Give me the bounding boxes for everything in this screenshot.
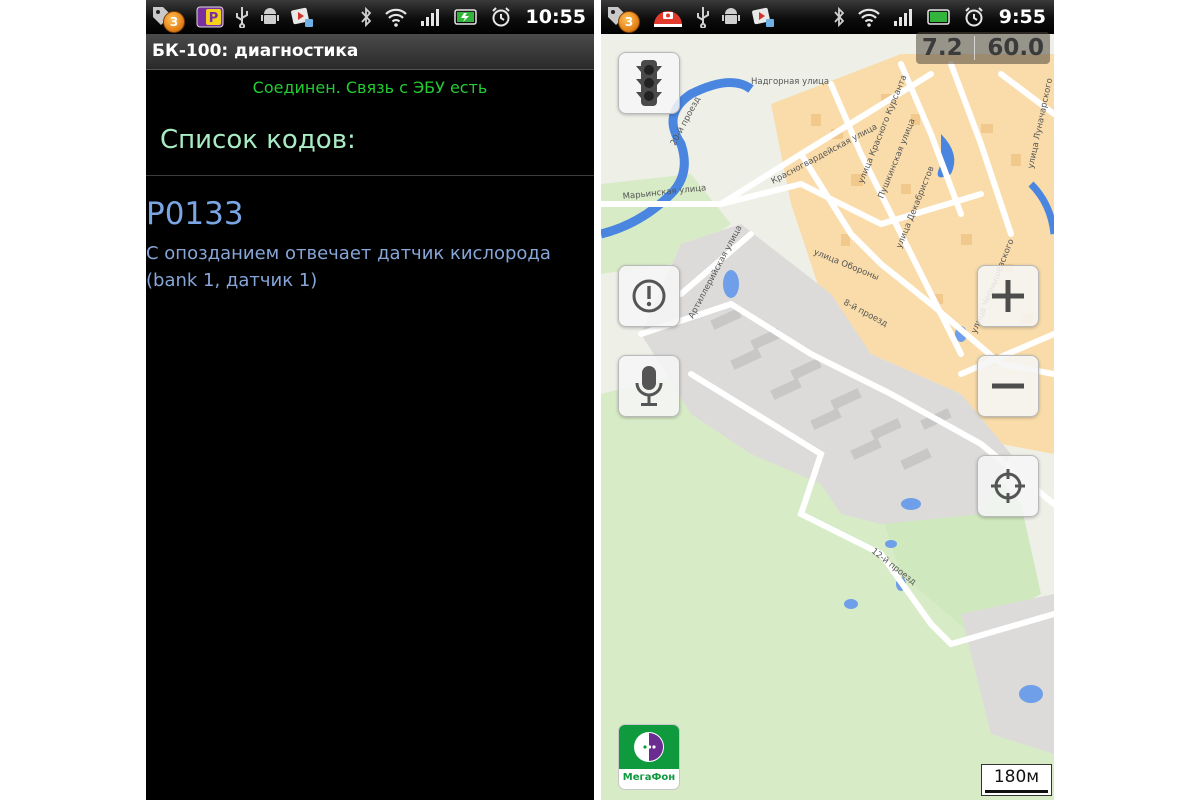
status-bar: 3 P 10:55 (146, 0, 594, 34)
notification-count-badge: 3 (163, 11, 185, 33)
operator-logo: МегаФон (618, 724, 680, 790)
alert-icon (632, 279, 666, 313)
status-bar: 3 9:55 (601, 0, 1054, 34)
wifi-icon (857, 8, 880, 27)
parking-label: P (209, 11, 219, 26)
bluetooth-icon (834, 7, 844, 27)
alarm-icon (965, 7, 983, 27)
header-divider (146, 175, 594, 176)
media-icon (752, 7, 774, 27)
alarm-icon (491, 7, 510, 27)
traffic-light-icon (636, 60, 662, 106)
status-time: 9:55 (998, 6, 1046, 28)
signal-icon (893, 9, 912, 26)
speed-right: 60.0 (987, 35, 1045, 61)
operator-logo-text: МегаФон (622, 772, 676, 783)
zoom-in-button[interactable] (977, 265, 1039, 327)
notification-icon[interactable]: 3 (150, 2, 186, 33)
status-time: 10:55 (525, 6, 586, 28)
voice-search-button[interactable] (618, 355, 680, 417)
alert-button[interactable] (618, 265, 680, 327)
microphone-icon (635, 366, 663, 406)
battery-icon (453, 9, 477, 25)
notification-count-badge: 3 (618, 11, 640, 33)
street-label: Надгорная улица (751, 77, 829, 87)
usb-icon (236, 7, 248, 28)
zoom-out-button[interactable] (977, 355, 1039, 417)
navigation-screen: 3 9:55 Надгорная улица 20-й проезд Марьи… (601, 0, 1054, 800)
notification-icon[interactable]: 3 (605, 2, 641, 33)
zoom-in-icon (992, 280, 1024, 312)
error-code-description: С опозданием отвечает датчик кислорода (… (146, 243, 551, 291)
media-icon (291, 7, 313, 27)
scale-bar (985, 790, 1048, 793)
wifi-icon (384, 8, 407, 27)
android-debug-icon (722, 8, 740, 24)
app-title: БК-100: диагностика (146, 34, 594, 70)
error-code: P0133 (146, 196, 244, 232)
scale-label: 180м (993, 767, 1040, 787)
codes-list-header: Список кодов: (160, 125, 356, 155)
locate-icon (991, 469, 1025, 503)
diagnostics-screen: 3 P 10:55 БК-100: диагностика Соединен. … (146, 0, 594, 800)
speed-left: 7.2 (921, 35, 963, 61)
megafon-logo-icon (634, 732, 664, 762)
my-location-button[interactable] (977, 455, 1039, 517)
signal-icon (420, 9, 439, 26)
parking-icon: P (196, 6, 224, 28)
traffic-button[interactable] (618, 52, 680, 114)
usb-icon (697, 7, 709, 28)
speed-camera-icon (654, 11, 682, 27)
battery-icon (926, 9, 950, 25)
speed-divider (974, 36, 976, 60)
speed-indicator: 7.2 60.0 (916, 32, 1050, 64)
bluetooth-icon (360, 7, 371, 27)
connection-status: Соединен. Связь с ЭБУ есть (252, 78, 488, 97)
zoom-out-icon (992, 383, 1024, 389)
map-scale: 180м (981, 764, 1052, 796)
android-debug-icon (261, 8, 279, 24)
map-view[interactable]: Надгорная улица 20-й проезд Марьинская у… (601, 34, 1054, 800)
